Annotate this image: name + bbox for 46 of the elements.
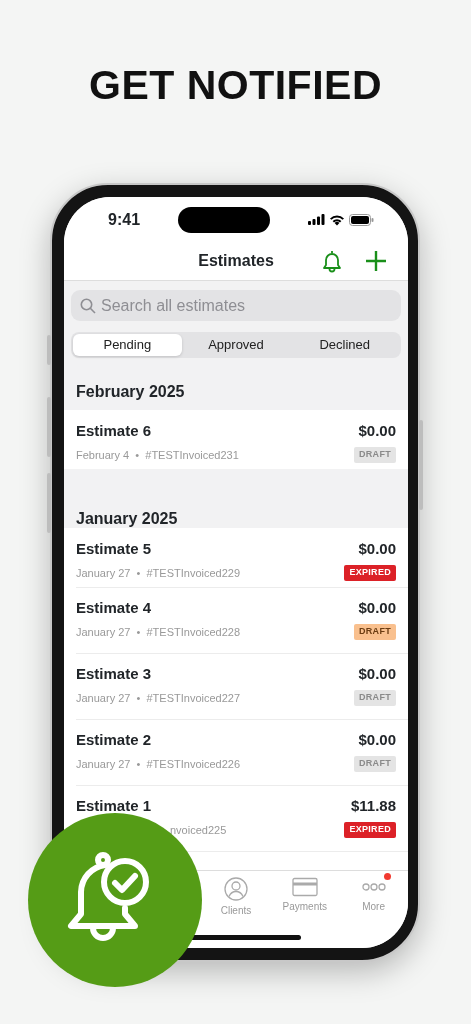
status-tag: DRAFT [354, 624, 396, 640]
estimate-title: Estimate 6 [76, 421, 152, 441]
estimate-row[interactable]: Estimate 5 $0.00 January 27 • #TESTInvoiced229 EXPIRED [64, 528, 408, 587]
battery-icon [349, 213, 374, 226]
status-time: 9:41 [108, 209, 141, 230]
estimate-amount: $0.00 [358, 539, 396, 559]
search-field[interactable]: Search all estimates [71, 290, 401, 321]
section-header: February 2025 [76, 383, 185, 400]
status-tag: DRAFT [354, 756, 396, 772]
estimate-title: Estimate 5 [76, 539, 152, 559]
wifi-icon [329, 213, 345, 226]
screen-title: Estimates [198, 251, 274, 271]
estimate-amount: $0.00 [358, 664, 396, 684]
estimate-amount: $0.00 [358, 598, 396, 618]
card-icon [291, 877, 318, 897]
estimate-row[interactable]: Estimate 3 $0.00 January 27 • #TESTInvoiced227 DRAFT [64, 653, 408, 719]
signal-icon [308, 214, 325, 225]
estimate-amount: $0.00 [358, 421, 396, 441]
person-icon [224, 877, 248, 901]
search-icon [80, 298, 96, 314]
estimate-title: Estimate 1 [76, 796, 152, 816]
estimate-title: Estimate 2 [76, 730, 152, 750]
estimate-meta: February 4 • #TESTInvoiced231 [76, 447, 239, 463]
status-tag: DRAFT [354, 690, 396, 706]
estimate-meta: nvoiced225 [169, 822, 227, 838]
estimate-amount: $11.88 [350, 796, 396, 816]
estimate-meta: January 27 • #TESTInvoiced229 [76, 565, 241, 581]
estimate-row[interactable]: Estimate 2 $0.00 January 27 • #TESTInvoiced226 DRAFT [64, 719, 408, 785]
headline: GET NOTIFIED [89, 62, 382, 108]
section-header: January 2025 [76, 510, 178, 527]
estimate-meta: January 27 • #TESTInvoiced227 [76, 690, 241, 706]
estimate-meta: January 27 • #TESTInvoiced226 [76, 756, 241, 772]
estimate-amount: $0.00 [358, 730, 396, 750]
estimate-row[interactable]: Estimate 6 $0.00 February 4 • #TESTInvoiced231 DRAFT [64, 410, 408, 469]
segment-tab[interactable]: Declined [290, 334, 399, 356]
status-tag: EXPIRED [344, 822, 396, 838]
estimate-meta: January 27 • #TESTInvoiced228 [76, 624, 241, 640]
estimate-title: Estimate 3 [76, 664, 152, 684]
bell-icon[interactable] [320, 249, 344, 273]
estimate-row[interactable]: Estimate 4 $0.00 January 27 • #TESTInvoiced228 DRAFT [64, 587, 408, 653]
status-tag: DRAFT [354, 447, 396, 463]
add-icon[interactable] [364, 249, 388, 273]
segment-tab[interactable]: Pending [73, 334, 182, 356]
estimate-title: Estimate 4 [76, 598, 152, 618]
status-tag: EXPIRED [344, 565, 396, 581]
segment-tab[interactable]: Approved [181, 334, 291, 356]
